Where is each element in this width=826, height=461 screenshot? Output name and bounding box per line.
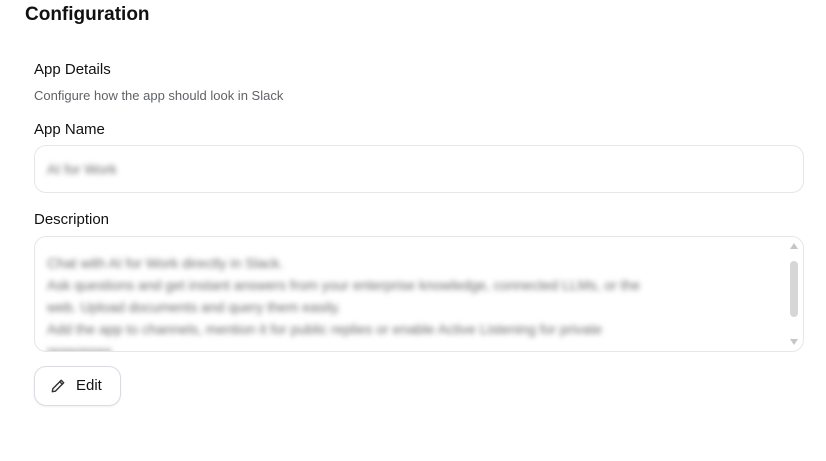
edit-button-label: Edit [76, 377, 102, 394]
app-details-title: App Details [34, 61, 111, 78]
description-textarea[interactable]: Chat with AI for Work directly in Slack.… [34, 236, 804, 352]
description-line: Chat with AI for Work directly in Slack. [47, 255, 284, 271]
pencil-icon [51, 379, 65, 393]
scroll-up-arrow-icon[interactable] [790, 243, 798, 249]
app-name-input[interactable]: AI for Work [34, 145, 804, 193]
app-details-subtitle: Configure how the app should look in Sla… [34, 88, 284, 103]
description-line: web. Upload documents and query them eas… [47, 299, 341, 315]
description-text: Chat with AI for Work directly in Slack.… [47, 252, 777, 352]
edit-button[interactable]: Edit [34, 366, 121, 406]
app-name-value: AI for Work [47, 161, 117, 177]
page-title: Configuration [25, 4, 150, 25]
description-line: Add the app to channels, mention it for … [47, 321, 602, 337]
description-label: Description [34, 211, 110, 228]
configuration-page: Configuration App Details Configure how … [0, 0, 826, 461]
scroll-thumb[interactable] [790, 261, 798, 317]
description-scrollbar[interactable] [789, 241, 799, 347]
description-line: responses. [47, 343, 116, 352]
scroll-down-arrow-icon[interactable] [790, 339, 798, 345]
app-name-label: App Name [34, 121, 105, 138]
description-line: Ask questions and get instant answers fr… [47, 277, 640, 293]
